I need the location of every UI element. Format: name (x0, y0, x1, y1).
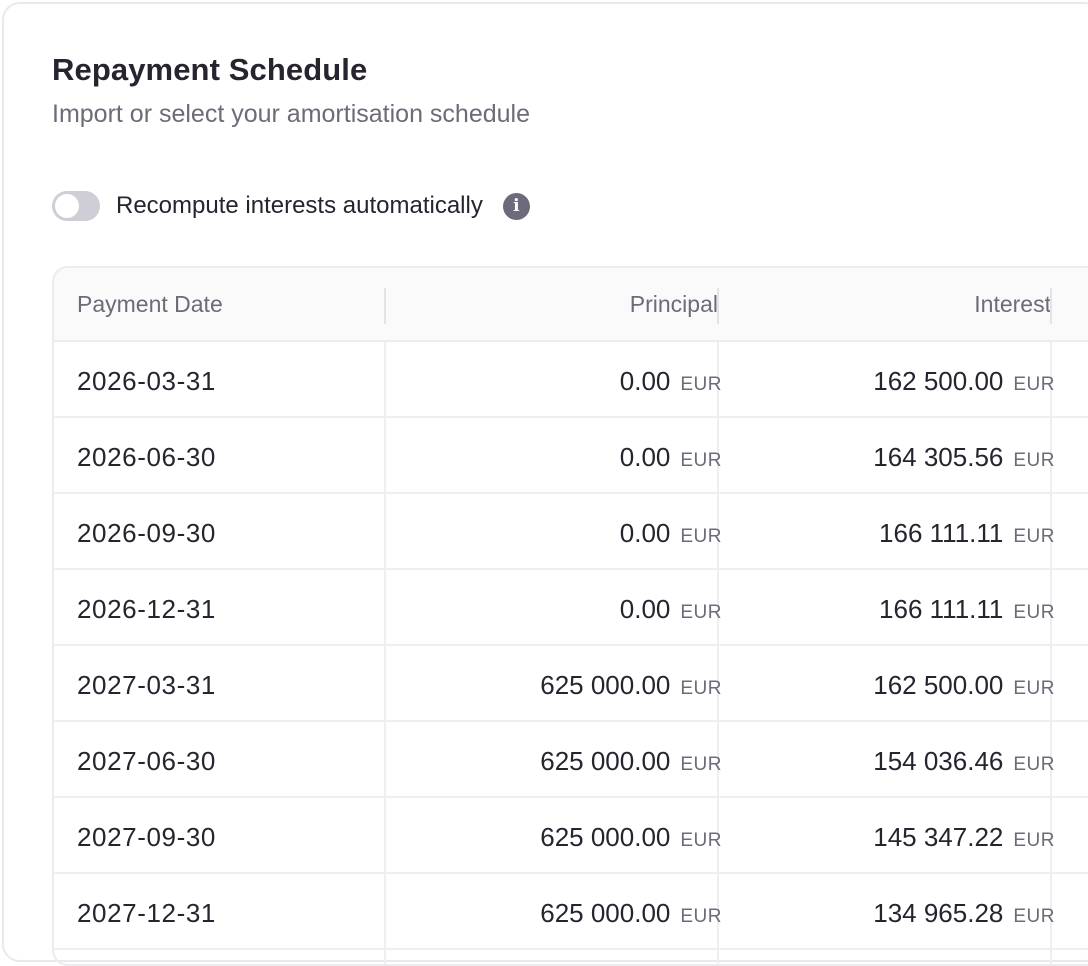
table-row[interactable]: 2027-12-31 625 000.00 EUR 134 965.28 EUR (54, 874, 1088, 950)
payment-date-cell[interactable]: 2027-06-30 (77, 722, 216, 796)
currency-label: EUR (1013, 830, 1055, 851)
currency-label: EUR (680, 450, 722, 471)
payment-date-cell[interactable]: 2026-09-30 (77, 494, 216, 568)
column-header-interest[interactable]: Interest (974, 268, 1051, 340)
currency-label: EUR (1013, 754, 1055, 775)
interest-amount: 154 036.46 (873, 746, 1004, 776)
principal-cell[interactable]: 625 000.00 EUR (540, 798, 722, 872)
principal-amount: 0.00 (619, 442, 671, 472)
interest-cell[interactable]: 162 500.00 EUR (873, 646, 1055, 720)
recompute-interests-row: Recompute interests automatically i (52, 189, 530, 223)
page-title: Repayment Schedule (52, 52, 368, 87)
table-body: 2026-03-31 0.00 EUR 162 500.00 EUR 2026-06-30… (54, 342, 1088, 950)
interest-amount: 162 500.00 (873, 366, 1004, 396)
column-divider[interactable] (717, 288, 719, 324)
info-icon[interactable]: i (502, 192, 530, 220)
currency-label: EUR (1013, 602, 1055, 623)
payment-date-cell[interactable]: 2026-06-30 (77, 418, 216, 492)
payment-date-cell[interactable]: 2027-12-31 (77, 874, 216, 948)
principal-amount: 625 000.00 (540, 670, 671, 700)
principal-cell[interactable]: 625 000.00 EUR (540, 722, 722, 796)
currency-label: EUR (1013, 906, 1055, 927)
currency-label: EUR (680, 906, 722, 927)
currency-label: EUR (1013, 526, 1055, 547)
repayment-schedule-card: Repayment Schedule Import or select your… (2, 2, 1088, 966)
recompute-interests-label: Recompute interests automatically (116, 192, 483, 219)
currency-label: EUR (680, 754, 722, 775)
repayment-table: Payment Date Principal Interest 2026-03-… (52, 266, 1088, 966)
column-header-payment-date[interactable]: Payment Date (77, 268, 223, 340)
interest-cell[interactable]: 166 111.11 EUR (879, 570, 1055, 644)
interest-amount: 164 305.56 (873, 442, 1004, 472)
table-row[interactable]: 2027-06-30 625 000.00 EUR 154 036.46 EUR (54, 722, 1088, 798)
interest-cell[interactable]: 154 036.46 EUR (873, 722, 1055, 796)
interest-amount: 162 500.00 (873, 670, 1004, 700)
currency-label: EUR (680, 374, 722, 395)
interest-cell[interactable]: 145 347.22 EUR (873, 798, 1055, 872)
column-divider[interactable] (384, 288, 386, 324)
payment-date-cell[interactable]: 2026-12-31 (77, 570, 216, 644)
interest-cell[interactable]: 134 965.28 EUR (873, 874, 1055, 948)
currency-label: EUR (680, 602, 722, 623)
interest-amount: 166 111.11 (879, 594, 1004, 624)
interest-cell[interactable]: 164 305.56 EUR (873, 418, 1055, 492)
principal-amount: 625 000.00 (540, 898, 671, 928)
page-subtitle: Import or select your amortisation sched… (52, 100, 530, 128)
currency-label: EUR (1013, 678, 1055, 699)
recompute-interests-toggle[interactable] (52, 191, 100, 221)
table-row[interactable]: 2026-12-31 0.00 EUR 166 111.11 EUR (54, 570, 1088, 646)
currency-label: EUR (1013, 450, 1055, 471)
interest-cell[interactable]: 162 500.00 EUR (873, 342, 1055, 416)
table-row[interactable]: 2026-03-31 0.00 EUR 162 500.00 EUR (54, 342, 1088, 418)
principal-amount: 0.00 (619, 518, 671, 548)
principal-amount: 625 000.00 (540, 746, 671, 776)
table-row[interactable]: 2027-09-30 625 000.00 EUR 145 347.22 EUR (54, 798, 1088, 874)
principal-cell[interactable]: 0.00 EUR (620, 494, 722, 568)
table-row[interactable]: 2026-09-30 0.00 EUR 166 111.11 EUR (54, 494, 1088, 570)
payment-date-cell[interactable]: 2027-03-31 (77, 646, 216, 720)
interest-amount: 134 965.28 (873, 898, 1004, 928)
currency-label: EUR (680, 678, 722, 699)
principal-cell[interactable]: 625 000.00 EUR (540, 874, 722, 948)
currency-label: EUR (1013, 374, 1055, 395)
principal-cell[interactable]: 0.00 EUR (620, 570, 722, 644)
payment-date-cell[interactable]: 2027-09-30 (77, 798, 216, 872)
principal-amount: 0.00 (619, 594, 671, 624)
interest-amount: 145 347.22 (873, 822, 1004, 852)
table-row[interactable]: 2027-03-31 625 000.00 EUR 162 500.00 EUR (54, 646, 1088, 722)
currency-label: EUR (680, 830, 722, 851)
payment-date-cell[interactable]: 2026-03-31 (77, 342, 216, 416)
table-row[interactable]: 2026-06-30 0.00 EUR 164 305.56 EUR (54, 418, 1088, 494)
principal-cell[interactable]: 0.00 EUR (620, 342, 722, 416)
principal-amount: 0.00 (619, 366, 671, 396)
toggle-knob (55, 194, 79, 218)
currency-label: EUR (680, 526, 722, 547)
interest-cell[interactable]: 166 111.11 EUR (879, 494, 1055, 568)
column-divider[interactable] (1050, 288, 1052, 324)
principal-cell[interactable]: 0.00 EUR (620, 418, 722, 492)
column-header-principal[interactable]: Principal (630, 268, 718, 340)
interest-amount: 166 111.11 (879, 518, 1004, 548)
principal-cell[interactable]: 625 000.00 EUR (540, 646, 722, 720)
table-header: Payment Date Principal Interest (54, 268, 1088, 342)
principal-amount: 625 000.00 (540, 822, 671, 852)
